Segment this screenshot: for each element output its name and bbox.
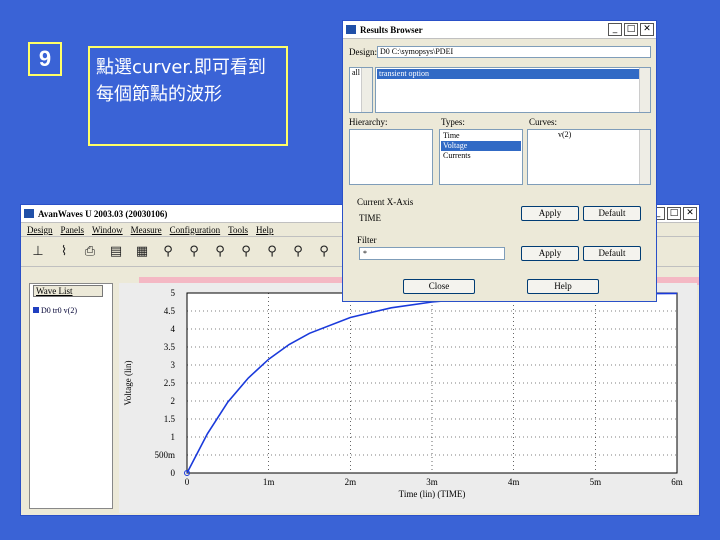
x-tick-label: 4m <box>508 477 520 487</box>
rb-close-icon[interactable]: ✕ <box>640 23 654 36</box>
caption-text: 點選curver.即可看到每個節點的波形 <box>88 46 288 146</box>
results-browser-window: Results Browser _ □ ✕ Design: D0 C:\symo… <box>342 20 657 302</box>
hierarchy-label: Hierarchy: <box>349 117 388 127</box>
menu-panels[interactable]: Panels <box>61 225 85 235</box>
analysis-item[interactable]: transient option <box>377 69 649 79</box>
layout-tool-icon[interactable]: ▦ <box>131 242 153 262</box>
y-tick-label: 500m <box>154 450 175 460</box>
maximize-icon[interactable]: □ <box>667 207 681 220</box>
filter-default-button[interactable]: Default <box>583 246 641 261</box>
menu-help[interactable]: Help <box>256 225 274 235</box>
y-tick-label: 0 <box>171 468 176 478</box>
file-list[interactable]: all <box>349 67 373 113</box>
measure-tool-7-icon[interactable]: ⚲ <box>313 242 335 262</box>
menu-configuration[interactable]: Configuration <box>170 225 221 235</box>
y-tick-label: 3 <box>171 360 176 370</box>
signal-tool-icon[interactable]: ⌇ <box>53 242 75 262</box>
hierarchy-list[interactable] <box>349 129 433 185</box>
results-browser-titlebar[interactable]: Results Browser _ □ ✕ <box>343 21 656 39</box>
print-tool-icon[interactable]: ⎙ <box>79 242 101 262</box>
menu-tools[interactable]: Tools <box>228 225 248 235</box>
y-tick-label: 2 <box>171 396 176 406</box>
x-tick-label: 5m <box>590 477 602 487</box>
y-tick-label: 5 <box>171 288 176 298</box>
rb-minimize-icon[interactable]: _ <box>608 23 622 36</box>
menu-window[interactable]: Window <box>92 225 123 235</box>
y-tick-label: 4 <box>171 324 176 334</box>
curves-label: Curves: <box>529 117 557 127</box>
x-tick-label: 1m <box>263 477 275 487</box>
file-list-scrollbar[interactable] <box>361 68 372 112</box>
y-tick-label: 3.5 <box>164 342 176 352</box>
x-axis-label: Time (lin) (TIME) <box>399 489 466 499</box>
rb-maximize-icon[interactable]: □ <box>624 23 638 36</box>
file-label: all <box>352 68 360 77</box>
design-label: Design: <box>349 47 377 57</box>
close-icon[interactable]: ✕ <box>683 207 697 220</box>
waveform-plot[interactable]: 5 4.5 4 3.5 3 2.5 2 1.5 1 500m 00 1m 2m 3m 4m 5m 6m Volta… <box>119 283 697 513</box>
filter-label: Filter <box>357 235 377 245</box>
panel-tool-icon[interactable]: ▤ <box>105 242 127 262</box>
wave-list-label: Wave List <box>33 285 103 297</box>
types-label: Types: <box>441 117 465 127</box>
browser-icon <box>346 25 356 34</box>
measure-tool-1-icon[interactable]: ⚲ <box>157 242 179 262</box>
y-tick-label: 1 <box>171 432 176 442</box>
design-field[interactable]: D0 C:\symopsys\PDEI <box>377 46 651 58</box>
analysis-list-scrollbar[interactable] <box>639 68 650 112</box>
menu-design[interactable]: Design <box>27 225 53 235</box>
measure-tool-5-icon[interactable]: ⚲ <box>261 242 283 262</box>
wave-item-label: D0 tr0 v(2) <box>41 306 77 315</box>
type-item-time[interactable]: Time <box>441 131 521 141</box>
xaxis-label: Current X-Axis <box>357 197 414 207</box>
menu-measure[interactable]: Measure <box>131 225 162 235</box>
type-item-currents[interactable]: Currents <box>441 151 521 161</box>
wave-color-icon <box>33 307 39 313</box>
curves-list-scrollbar[interactable] <box>639 130 650 184</box>
measure-tool-2-icon[interactable]: ⚲ <box>183 242 205 262</box>
analysis-list[interactable]: transient option <box>375 67 651 113</box>
help-button[interactable]: Help <box>527 279 599 294</box>
measure-tool-4-icon[interactable]: ⚲ <box>235 242 257 262</box>
app-icon <box>24 209 34 218</box>
y-tick-label: 1.5 <box>164 414 176 424</box>
filter-apply-button[interactable]: Apply <box>521 246 579 261</box>
x-tick-label: 2m <box>345 477 357 487</box>
xaxis-value: TIME <box>359 213 381 223</box>
y-axis-label: Voltage (lin) <box>123 360 133 405</box>
wave-list-item[interactable]: D0 tr0 v(2) <box>33 305 111 316</box>
results-browser-title: Results Browser <box>360 24 423 35</box>
curves-list[interactable]: v(2) <box>527 129 651 185</box>
step-number: 9 <box>28 42 62 76</box>
measure-tool-6-icon[interactable]: ⚲ <box>287 242 309 262</box>
y-tick-label: 2.5 <box>164 378 176 388</box>
type-item-voltage[interactable]: Voltage <box>441 141 521 151</box>
filter-input[interactable]: * <box>359 247 505 260</box>
x-tick-label: 3m <box>426 477 438 487</box>
y-tick-label: 4.5 <box>164 306 176 316</box>
close-button[interactable]: Close <box>403 279 475 294</box>
x-tick-label: 0 <box>185 477 190 487</box>
wave-list-panel <box>29 283 113 509</box>
xaxis-apply-button[interactable]: Apply <box>521 206 579 221</box>
xaxis-default-button[interactable]: Default <box>583 206 641 221</box>
hierarchy-tool-icon[interactable]: ⊥ <box>27 242 49 262</box>
x-tick-label: 6m <box>671 477 683 487</box>
measure-tool-3-icon[interactable]: ⚲ <box>209 242 231 262</box>
types-list[interactable]: Time Voltage Currents <box>439 129 523 185</box>
curve-item[interactable]: v(2) <box>558 130 650 139</box>
